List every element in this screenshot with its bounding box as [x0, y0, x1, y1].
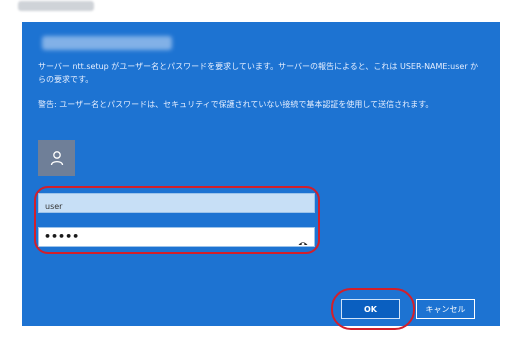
app-title-blurred [42, 36, 172, 50]
highlight-ring-ok [331, 288, 415, 330]
credential-dialog: サーバー ntt.setup がユーザー名とパスワードを要求しています。サーバー… [22, 22, 500, 330]
window-titlebar [0, 0, 513, 22]
cancel-button[interactable]: キャンセル [416, 299, 475, 319]
auth-request-message: サーバー ntt.setup がユーザー名とパスワードを要求しています。サーバー… [38, 62, 479, 84]
person-icon [38, 140, 75, 176]
security-warning-message: 警告: ユーザー名とパスワードは、セキュリティで保護されていない接続で基本認証を… [38, 100, 434, 109]
window-title-blurred [18, 1, 94, 11]
highlight-ring-inputs [34, 186, 320, 254]
